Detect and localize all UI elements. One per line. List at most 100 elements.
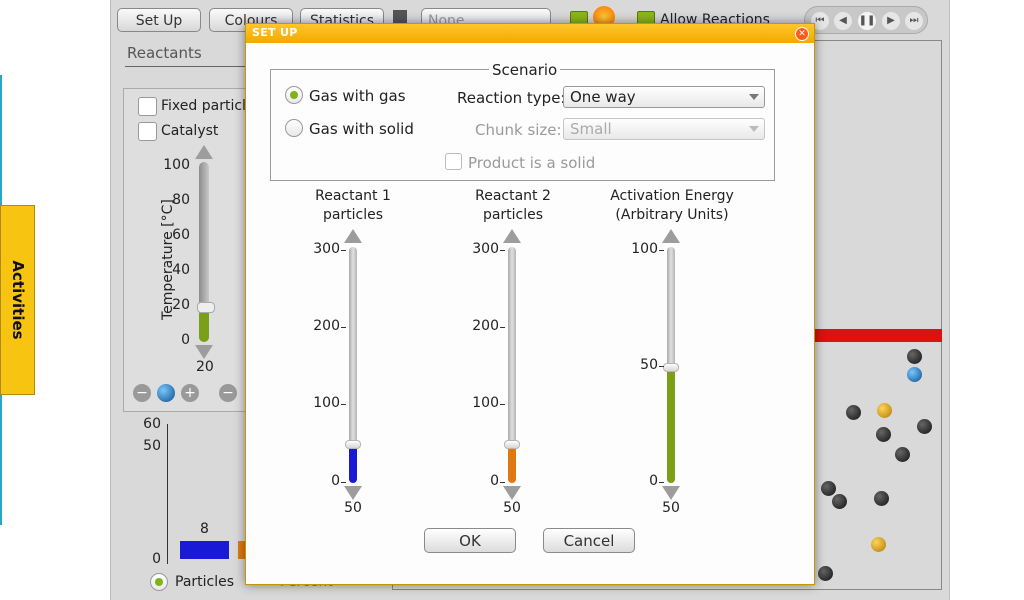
reactant2-tick: 300 — [469, 241, 505, 257]
temp-tick: 20 — [172, 297, 190, 313]
skip-forward-icon[interactable]: ⏭ — [905, 12, 923, 30]
temperature-slider-fill — [199, 308, 209, 342]
reactant1-tick: 200 — [310, 318, 346, 334]
minus-icon[interactable]: − — [133, 384, 151, 402]
chunk-size-value: Small — [570, 120, 612, 138]
reactant1-slider-knob[interactable] — [345, 440, 361, 450]
reactant2-tick: 200 — [469, 318, 505, 334]
scenario-title: Scenario — [489, 61, 561, 79]
reactant1-tick: 100 — [310, 395, 346, 411]
particle — [846, 405, 861, 420]
gas-with-solid-radio[interactable] — [285, 119, 303, 137]
ok-button[interactable]: OK — [424, 528, 516, 553]
activation-energy-tick: 100 — [628, 241, 664, 257]
reactant1-slider-title: Reactant 1 particles — [293, 187, 413, 225]
temp-tick: 40 — [172, 262, 190, 278]
activation-energy-slider-knob[interactable] — [663, 362, 679, 372]
chunk-size-select[interactable]: Small — [563, 118, 765, 140]
bar-reactant-1 — [180, 541, 229, 559]
gas-with-gas-label: Gas with gas — [309, 87, 406, 105]
particles-radio[interactable] — [150, 573, 168, 591]
reactant2-tick: 0 — [469, 473, 505, 489]
activation-energy-slider-fill — [667, 366, 675, 483]
particle-icon — [157, 384, 175, 402]
reactant1-up-arrow[interactable] — [344, 229, 362, 243]
bar-value-label: 8 — [200, 521, 209, 537]
particle — [895, 447, 910, 462]
chart-tick: 0 — [152, 551, 161, 567]
chart-tick: 60 — [143, 416, 161, 432]
chevron-down-icon — [749, 94, 759, 100]
temp-tick: 80 — [172, 192, 190, 208]
reactant2-slider-title: Reactant 2 particles — [453, 187, 573, 225]
particle — [818, 566, 833, 581]
particle — [907, 367, 922, 382]
reactant2-title-line1: Reactant 2 — [475, 188, 551, 204]
activation-energy-title-line2: (Arbitrary Units) — [615, 207, 729, 223]
close-icon[interactable]: ✕ — [795, 27, 809, 41]
chart-tick: 50 — [143, 438, 161, 454]
reactant2-slider-fill — [508, 444, 516, 483]
reactant1-down-arrow[interactable] — [344, 486, 362, 500]
reactant2-title-line2: particles — [482, 207, 544, 223]
gas-with-gas-radio[interactable] — [285, 86, 303, 104]
catalyst-label: Catalyst — [161, 123, 219, 139]
activation-energy-value: 50 — [662, 500, 680, 516]
particle — [874, 491, 889, 506]
barrier-bar — [815, 329, 942, 342]
reactant2-up-arrow[interactable] — [503, 229, 521, 243]
chevron-down-icon — [749, 126, 759, 132]
activation-energy-up-arrow[interactable] — [662, 229, 680, 243]
plus-icon[interactable]: + — [181, 384, 199, 402]
activation-energy-tick: 50 — [628, 357, 664, 373]
reactants-ruler — [125, 66, 245, 81]
activation-energy-down-arrow[interactable] — [662, 486, 680, 500]
particle — [877, 403, 892, 418]
reactant2-value: 50 — [503, 500, 521, 516]
reactant2-down-arrow[interactable] — [503, 486, 521, 500]
particle — [907, 349, 922, 364]
reactant1-tick: 0 — [310, 473, 346, 489]
reactant1-value: 50 — [344, 500, 362, 516]
temp-up-arrow[interactable] — [195, 145, 213, 159]
media-controls: ⏮ ◀ ❚❚ ▶ ⏭ — [804, 6, 928, 34]
activities-label: Activities — [8, 260, 27, 340]
reactant2-slider-knob[interactable] — [504, 440, 520, 450]
dialog-title: SET UP — [252, 26, 298, 39]
pause-icon[interactable]: ❚❚ — [858, 12, 876, 30]
temperature-value: 20 — [196, 359, 214, 375]
chunk-size-label: Chunk size: — [475, 121, 562, 139]
reaction-type-value: One way — [570, 88, 636, 106]
particle — [821, 481, 836, 496]
gas-with-solid-label: Gas with solid — [309, 120, 414, 138]
particle — [876, 427, 891, 442]
temperature-slider-knob[interactable] — [197, 302, 215, 313]
dialog-title-bar: SET UP ✕ — [246, 24, 814, 43]
reactant1-title-line2: particles — [322, 207, 384, 223]
activities-tab[interactable]: Activities — [0, 205, 35, 395]
reaction-type-label: Reaction type: — [457, 89, 566, 107]
activation-energy-slider-title: Activation Energy (Arbitrary Units) — [597, 187, 747, 225]
temp-tick: 60 — [172, 227, 190, 243]
reactants-label: Reactants — [127, 44, 202, 62]
temp-down-arrow[interactable] — [195, 345, 213, 359]
reactant2-tick: 100 — [469, 395, 505, 411]
step-forward-icon[interactable]: ▶ — [882, 12, 900, 30]
reactant1-slider-fill — [349, 444, 357, 483]
fixed-particles-checkbox[interactable] — [138, 97, 157, 116]
catalyst-checkbox[interactable] — [138, 122, 157, 141]
temp-tick: 0 — [181, 332, 190, 348]
minus-icon[interactable]: − — [219, 384, 237, 402]
particle — [871, 537, 886, 552]
fixed-particles-label: Fixed particle — [161, 98, 255, 114]
setup-button[interactable]: Set Up — [117, 8, 201, 32]
cancel-button[interactable]: Cancel — [543, 528, 635, 553]
product-solid-checkbox[interactable] — [445, 153, 462, 170]
reaction-type-select[interactable]: One way — [563, 86, 765, 108]
particle — [832, 494, 847, 509]
step-back-icon[interactable]: ◀ — [834, 12, 852, 30]
reactant1-tick: 300 — [310, 241, 346, 257]
particle — [917, 419, 932, 434]
temp-tick: 100 — [163, 157, 190, 173]
activation-energy-tick: 0 — [628, 473, 664, 489]
